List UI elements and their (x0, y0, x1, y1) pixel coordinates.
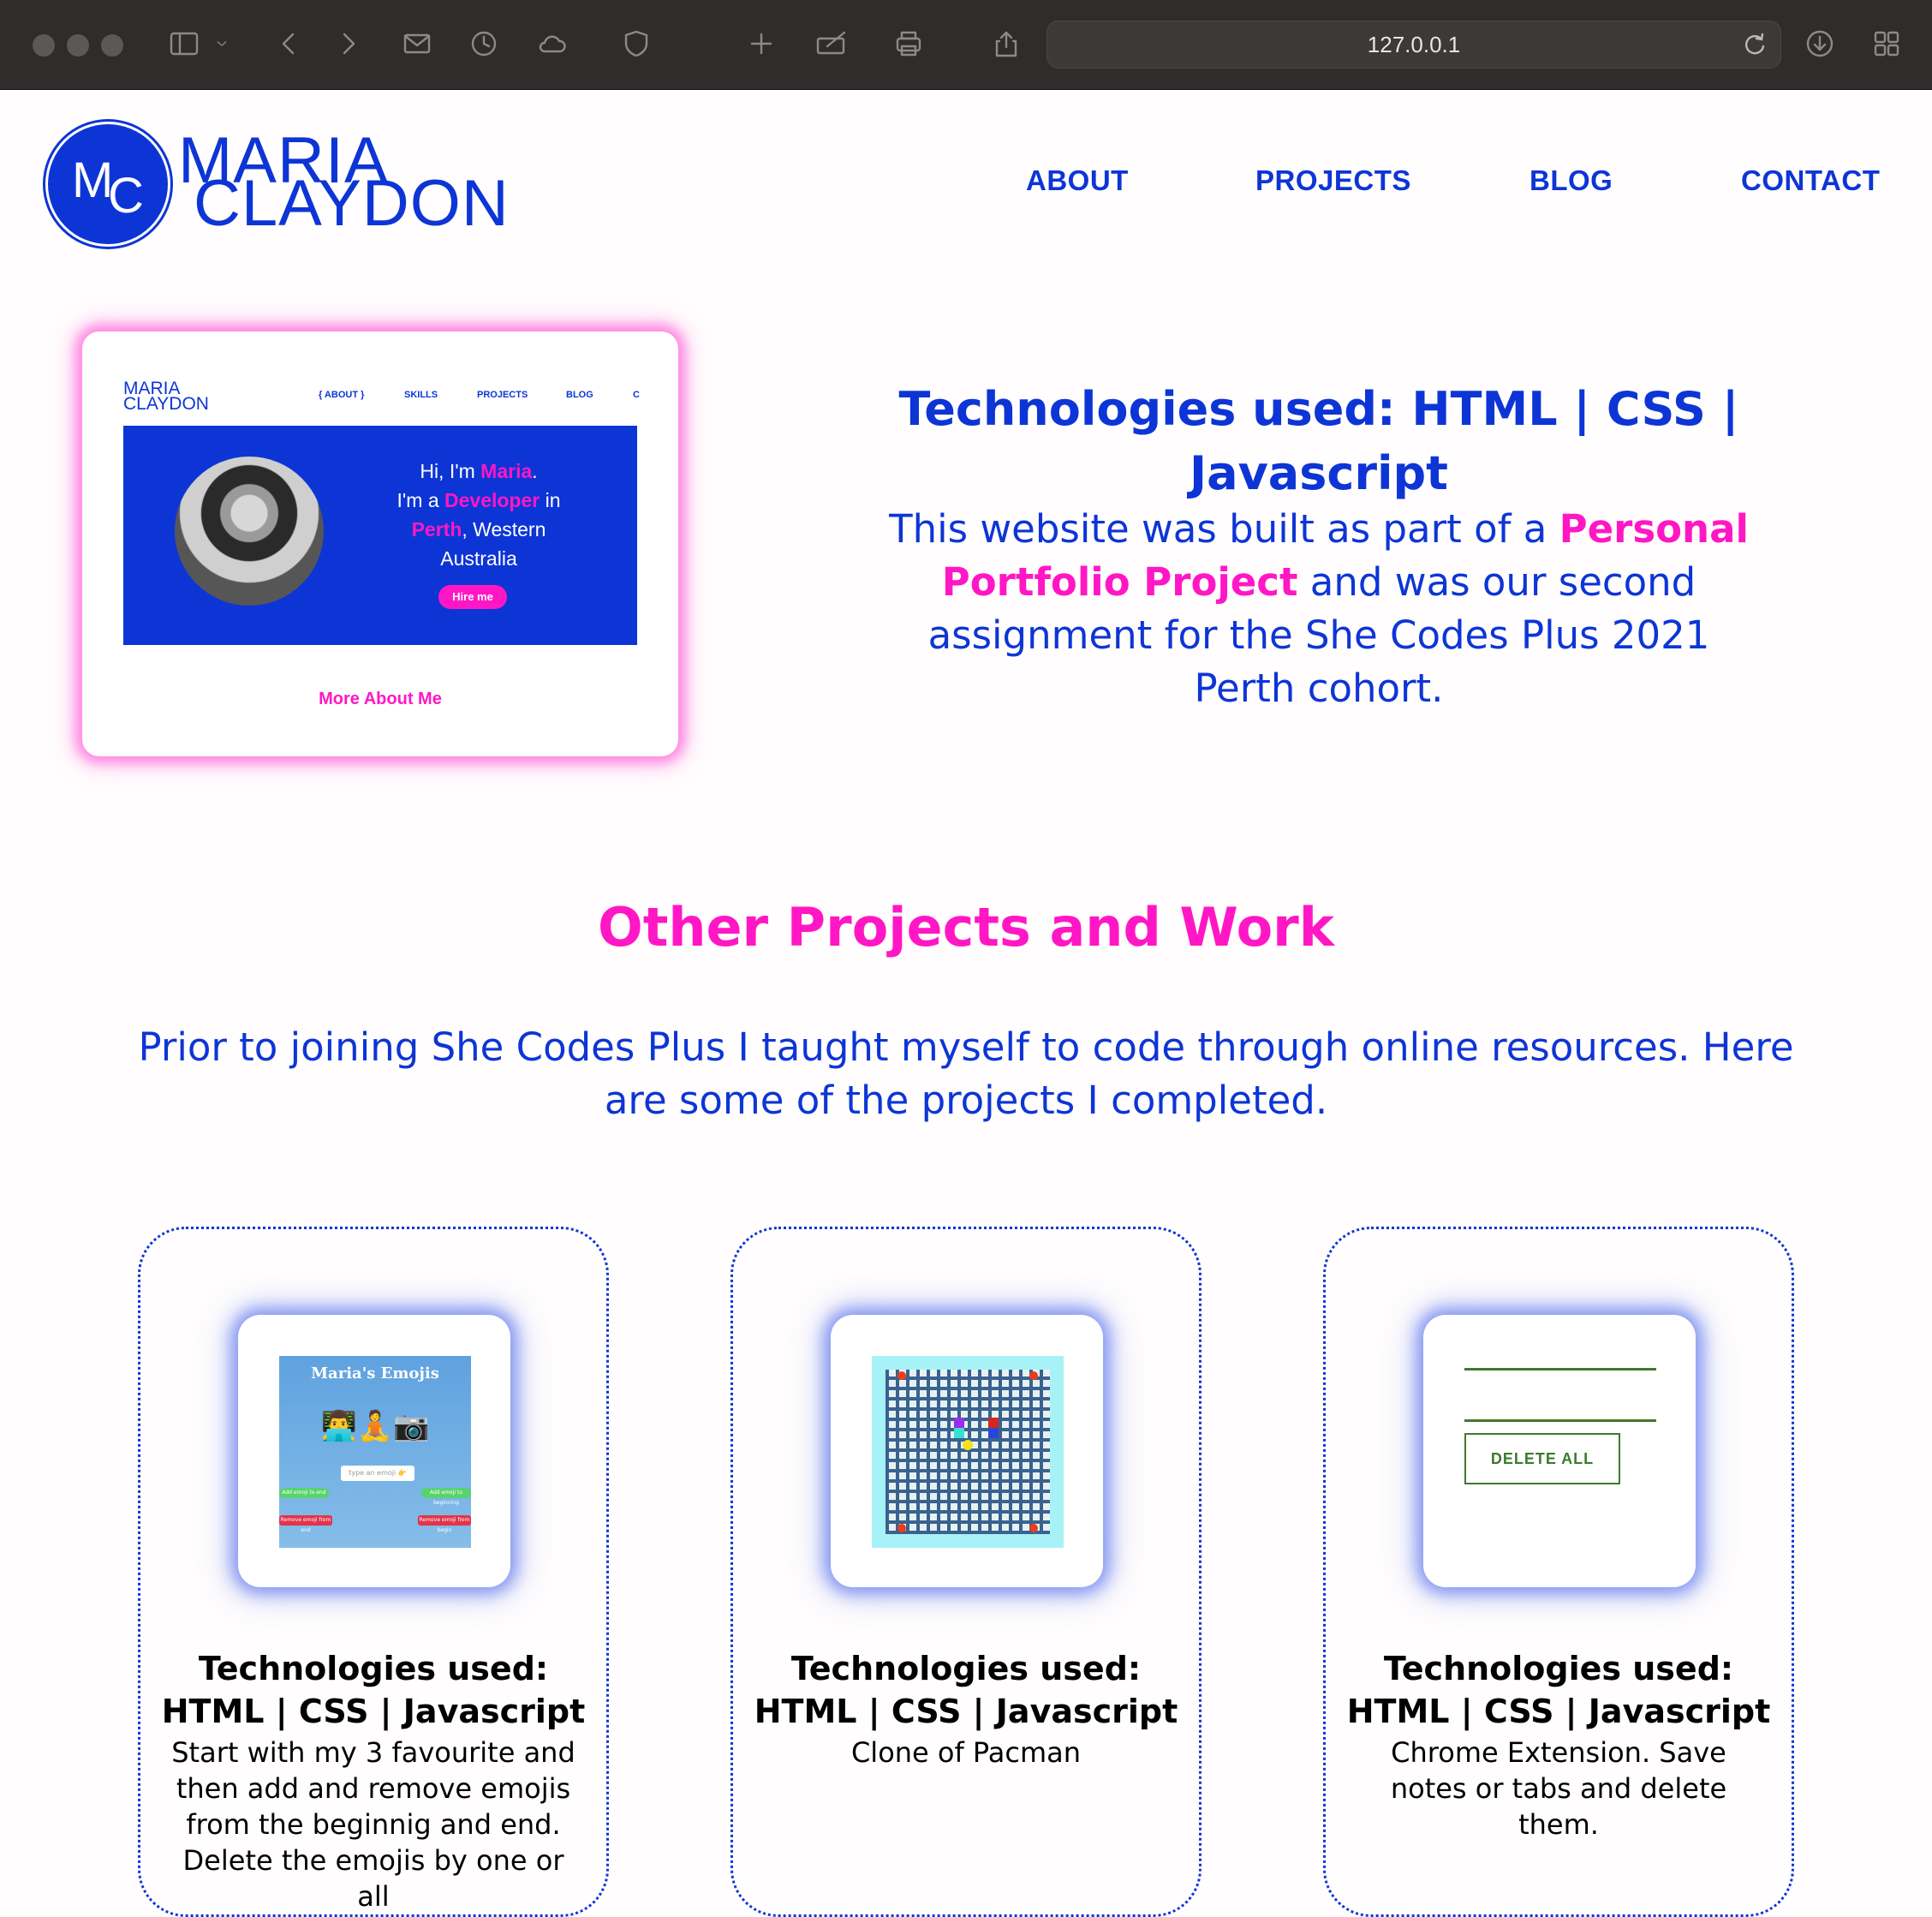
share-icon[interactable] (985, 22, 1028, 65)
new-tab-icon[interactable] (740, 22, 783, 65)
emoji-thumb-remove-begin: Remove emoji from begin (418, 1515, 471, 1533)
address-bar[interactable]: 127.0.0.1 (1046, 21, 1781, 69)
back-icon[interactable] (267, 22, 310, 65)
project-desc-chrome-extension: Chrome Extension. Save notes or tabs and… (1390, 1736, 1727, 1841)
pacman-ghost (988, 1428, 999, 1438)
nav-blog[interactable]: BLOG (1530, 164, 1613, 197)
project-desc-pacman: Clone of Pacman (850, 1736, 1082, 1769)
logo-initial-c: C (108, 168, 144, 224)
project-card-chrome-extension: DELETE ALL Technologies used: HTML | CSS… (1323, 1227, 1794, 1917)
edit-icon[interactable] (810, 22, 853, 65)
emoji-thumb-input: type an emoji 👉 (341, 1466, 414, 1481)
project-tech-chrome-extension: Technologies used: HTML | CSS | Javascri… (1346, 1650, 1771, 1730)
sidebar-icon[interactable] (163, 22, 206, 65)
hero-technologies: Technologies used: HTML | CSS | Javascri… (898, 382, 1739, 500)
project-thumbnail-pacman[interactable] (831, 1315, 1103, 1587)
pacman-power-pellet (897, 1524, 906, 1532)
project-thumbnail-chrome-extension[interactable]: DELETE ALL (1423, 1315, 1696, 1587)
tab-overview-icon[interactable] (1865, 22, 1908, 65)
minimize-window-button[interactable] (67, 34, 89, 57)
project-tech-pacman: Technologies used: HTML | CSS | Javascri… (754, 1650, 1178, 1730)
preview-nav-about: { ABOUT } (319, 390, 365, 400)
preview-logo: MARIA CLAYDON (123, 379, 209, 414)
browser-toolbar: 127.0.0.1 (0, 0, 1932, 90)
extension-input-line (1464, 1419, 1656, 1422)
shield-icon[interactable] (615, 22, 658, 65)
pacman-maze (886, 1370, 1050, 1534)
nav-about[interactable]: ABOUT (1026, 164, 1129, 197)
portfolio-preview-card[interactable]: MARIA CLAYDON { ABOUT } SKILLS PROJECTS … (82, 331, 678, 756)
preview-nav-skills: SKILLS (404, 390, 438, 400)
pacman-ghost (954, 1418, 964, 1428)
nav-projects[interactable]: PROJECTS (1255, 164, 1411, 197)
pacman-ghost (988, 1418, 999, 1428)
forward-icon[interactable] (327, 22, 370, 65)
project-card-pacman: Technologies used: HTML | CSS | Javascri… (730, 1227, 1202, 1917)
mail-icon[interactable] (396, 22, 438, 65)
pacman-power-pellet (1029, 1371, 1038, 1380)
project-thumbnail-emojis[interactable]: Maria's Emojis 👨‍💻🧘📷 type an emoji 👉 Add… (238, 1315, 510, 1587)
logo-last-name[interactable]: CLAYDON (194, 171, 510, 236)
pacman-player (963, 1440, 973, 1450)
extension-delete-all-button: DELETE ALL (1464, 1433, 1620, 1484)
emoji-thumb-emojis: 👨‍💻🧘📷 (320, 1409, 430, 1443)
preview-hero-banner: Hi, I'm Maria. I'm a Developer in Perth,… (123, 426, 637, 645)
pacman-power-pellet (1029, 1524, 1038, 1532)
preview-nav-contact: C (633, 390, 640, 400)
download-icon[interactable] (1798, 22, 1841, 65)
close-window-button[interactable] (33, 34, 55, 57)
pacman-ghost (954, 1428, 964, 1438)
emoji-thumb-remove-end: Remove emoji from end (279, 1515, 332, 1533)
logo-monogram[interactable]: M C (48, 124, 168, 244)
extension-input-line (1464, 1368, 1656, 1371)
preview-more-about-link: More About Me (319, 690, 442, 708)
history-icon[interactable] (462, 22, 505, 65)
emoji-thumb-add-end: Add emoji to end (279, 1488, 329, 1498)
preview-logo-line2: CLAYDON (123, 393, 209, 414)
project-card-emojis: Maria's Emojis 👨‍💻🧘📷 type an emoji 👉 Add… (138, 1227, 609, 1917)
reload-icon[interactable] (1739, 29, 1770, 60)
project-desc-emojis: Start with my 3 favourite and then add a… (171, 1736, 575, 1913)
preview-hire-button: Hire me (438, 585, 507, 609)
project-tech-emojis: Technologies used: HTML | CSS | Javascri… (161, 1650, 586, 1730)
preview-profile-photo (175, 457, 324, 606)
chevron-down-icon[interactable] (209, 22, 235, 65)
hero-description: This website was built as part of a Pers… (889, 506, 1749, 711)
preview-nav-blog: BLOG (566, 390, 593, 400)
print-icon[interactable] (887, 22, 930, 65)
preview-greeting: Hi, I'm Maria. I'm a Developer in Perth,… (397, 460, 561, 570)
zoom-window-button[interactable] (101, 34, 123, 57)
emoji-thumb-add-begin: Add emoji to beginning (421, 1488, 471, 1506)
cloud-icon[interactable] (531, 22, 574, 65)
other-projects-title: Other Projects and Work (597, 896, 1334, 958)
nav-contact[interactable]: CONTACT (1741, 164, 1880, 197)
emoji-thumb-title: Maria's Emojis (311, 1365, 439, 1383)
other-projects-intro: Prior to joining She Codes Plus I taught… (138, 1024, 1794, 1123)
url-text: 127.0.0.1 (1367, 32, 1461, 57)
pacman-power-pellet (897, 1371, 906, 1380)
preview-nav-projects: PROJECTS (477, 390, 528, 400)
